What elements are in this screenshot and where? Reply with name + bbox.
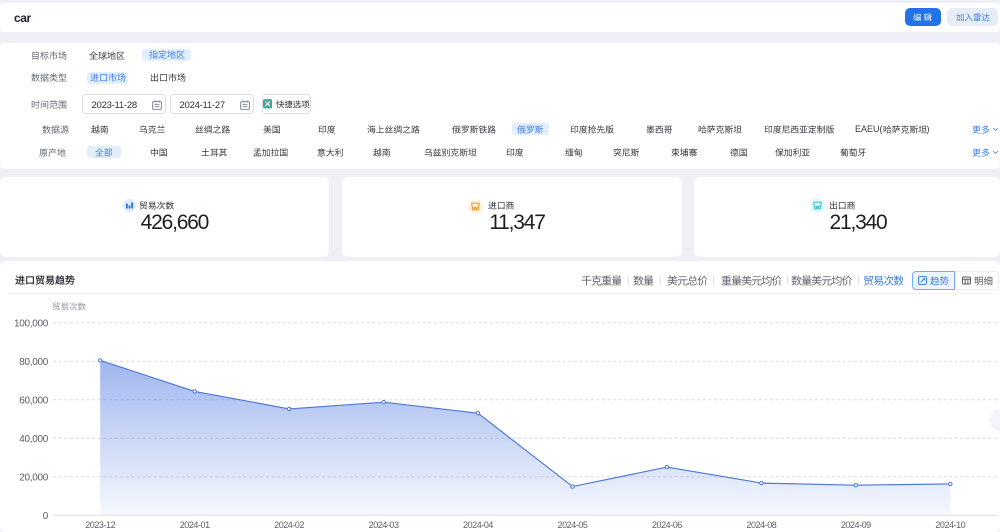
svg-text:2024-01: 2024-01 bbox=[180, 520, 210, 530]
svg-text:40,000: 40,000 bbox=[19, 434, 49, 445]
svg-text:80,000: 80,000 bbox=[19, 357, 49, 368]
svg-text:2024-06: 2024-06 bbox=[652, 520, 682, 530]
svg-text:2024-02: 2024-02 bbox=[274, 520, 304, 530]
svg-text:2024-08: 2024-08 bbox=[746, 520, 776, 530]
svg-text:20,000: 20,000 bbox=[19, 472, 49, 483]
svg-text:2024-04: 2024-04 bbox=[463, 520, 493, 530]
svg-text:60,000: 60,000 bbox=[19, 395, 49, 406]
svg-text:100,000: 100,000 bbox=[14, 318, 49, 329]
svg-text:2024-10: 2024-10 bbox=[935, 520, 965, 530]
svg-text:2024-09: 2024-09 bbox=[841, 520, 871, 530]
svg-text:2023-12: 2023-12 bbox=[85, 520, 115, 530]
svg-text:2024-05: 2024-05 bbox=[558, 520, 588, 530]
svg-text:0: 0 bbox=[43, 511, 49, 522]
svg-text:2024-03: 2024-03 bbox=[369, 520, 399, 530]
